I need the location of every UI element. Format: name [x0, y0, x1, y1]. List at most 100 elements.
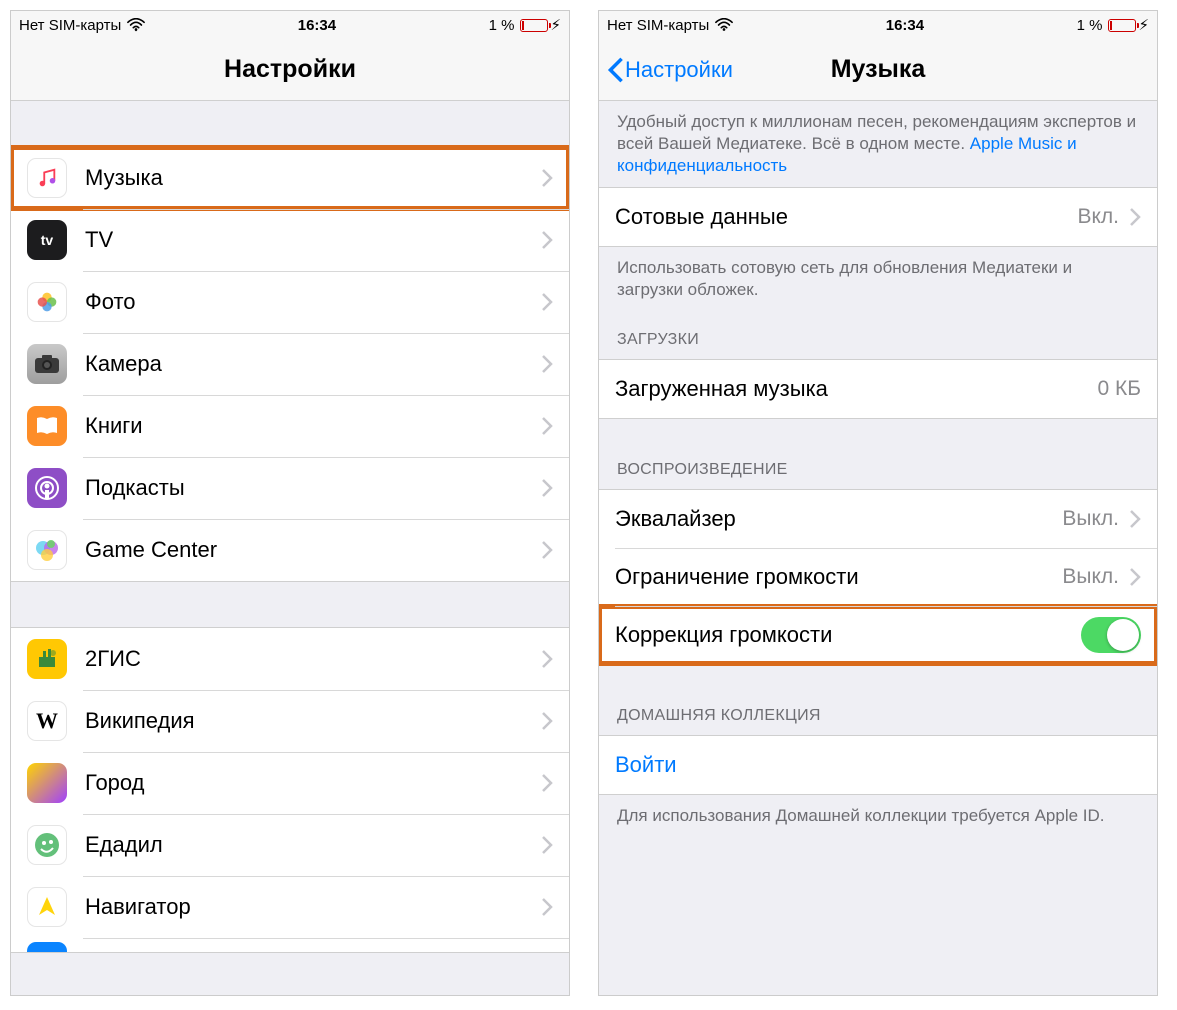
nav-bar: Настройки Музыка — [599, 39, 1157, 101]
downloads-group: Загруженная музыка 0 КБ — [599, 359, 1157, 419]
settings-group-thirdparty: 2ГИС W Википедия Город Едадил Навигатор — [11, 627, 569, 953]
clock: 16:34 — [886, 17, 924, 34]
settings-row-navigator[interactable]: Навигатор — [11, 876, 569, 938]
row-label: Википедия — [85, 708, 531, 734]
row-label: Загруженная музыка — [615, 376, 1097, 402]
settings-row-photos[interactable]: Фото — [11, 271, 569, 333]
cellular-data-row[interactable]: Сотовые данные Вкл. — [599, 188, 1157, 246]
row-label: Едадил — [85, 832, 531, 858]
chevron-right-icon — [541, 292, 553, 312]
settings-row-edadil[interactable]: Едадил — [11, 814, 569, 876]
battery-icon — [1108, 19, 1136, 32]
chevron-right-icon — [1129, 509, 1141, 529]
tv-icon: tv — [27, 220, 67, 260]
equalizer-row[interactable]: Эквалайзер Выкл. — [599, 490, 1157, 548]
back-button[interactable]: Настройки — [607, 56, 733, 84]
downloads-header: ЗАГРУЗКИ — [599, 311, 1157, 359]
carrier-label: Нет SIM-карты — [19, 17, 121, 34]
wikipedia-icon: W — [27, 701, 67, 741]
chevron-right-icon — [1129, 567, 1141, 587]
settings-row-books[interactable]: Книги — [11, 395, 569, 457]
row-label: Game Center — [85, 537, 531, 563]
settings-row-gamecenter[interactable]: Game Center — [11, 519, 569, 581]
signin-row[interactable]: Войти — [599, 736, 1157, 794]
settings-row-wikipedia[interactable]: W Википедия — [11, 690, 569, 752]
chevron-right-icon — [541, 416, 553, 436]
row-label: TV — [85, 227, 531, 253]
chevron-right-icon — [541, 773, 553, 793]
settings-row-podcasts[interactable]: Подкасты — [11, 457, 569, 519]
clock: 16:34 — [298, 17, 336, 34]
row-label: Подкасты — [85, 475, 531, 501]
row-label: Коррекция громкости — [615, 622, 1081, 648]
page-title: Настройки — [224, 55, 356, 84]
battery-pct: 1 % — [489, 17, 515, 34]
playback-header: ВОСПРОИЗВЕДЕНИЕ — [599, 419, 1157, 489]
chevron-left-icon — [607, 56, 625, 84]
sound-check-toggle[interactable] — [1081, 617, 1141, 653]
settings-row-cutoff[interactable] — [11, 938, 569, 952]
row-label: Сотовые данные — [615, 204, 1077, 230]
row-value: Вкл. — [1077, 205, 1119, 229]
apple-music-intro: Удобный доступ к миллионам песен, рекоме… — [599, 101, 1157, 187]
photos-icon — [27, 282, 67, 322]
phone-settings: Нет SIM-карты 16:34 1 % ⚡︎ Настройки Муз… — [10, 10, 570, 996]
row-label: Навигатор — [85, 894, 531, 920]
battery-pct: 1 % — [1077, 17, 1103, 34]
carrier-label: Нет SIM-карты — [607, 17, 709, 34]
settings-row-camera[interactable]: Камера — [11, 333, 569, 395]
sound-check-row[interactable]: Коррекция громкости — [599, 606, 1157, 664]
row-label: Камера — [85, 351, 531, 377]
status-bar: Нет SIM-карты 16:34 1 % ⚡︎ — [599, 11, 1157, 39]
wifi-icon — [127, 18, 145, 32]
settings-row-2gis[interactable]: 2ГИС — [11, 628, 569, 690]
edadil-icon — [27, 825, 67, 865]
row-label: Фото — [85, 289, 531, 315]
nav-bar: Настройки — [11, 39, 569, 101]
charging-icon: ⚡︎ — [550, 16, 561, 34]
page-title: Музыка — [831, 55, 926, 84]
settings-row-tv[interactable]: tv TV — [11, 209, 569, 271]
navigator-icon — [27, 887, 67, 927]
row-value: Выкл. — [1062, 507, 1119, 531]
settings-group-apps: Музыка tv TV Фото Камера Книги — [11, 146, 569, 582]
row-label: 2ГИС — [85, 646, 531, 672]
row-label: Войти — [615, 752, 1141, 778]
cellular-group: Сотовые данные Вкл. — [599, 187, 1157, 247]
row-label: Книги — [85, 413, 531, 439]
content-scroll[interactable]: Удобный доступ к миллионам песен, рекоме… — [599, 101, 1157, 995]
battery-icon — [520, 19, 548, 32]
gorod-icon — [27, 763, 67, 803]
downloaded-music-row[interactable]: Загруженная музыка 0 КБ — [599, 360, 1157, 418]
row-value: Выкл. — [1062, 565, 1119, 589]
cellular-footer: Использовать сотовую сеть для обновления… — [599, 247, 1157, 311]
home-sharing-group: Войти — [599, 735, 1157, 795]
gamecenter-icon — [27, 530, 67, 570]
playback-group: Эквалайзер Выкл. Ограничение громкости В… — [599, 489, 1157, 665]
chevron-right-icon — [541, 230, 553, 250]
volume-limit-row[interactable]: Ограничение громкости Выкл. — [599, 548, 1157, 606]
row-label: Эквалайзер — [615, 506, 1062, 532]
row-label: Город — [85, 770, 531, 796]
books-icon — [27, 406, 67, 446]
chevron-right-icon — [541, 897, 553, 917]
camera-icon — [27, 344, 67, 384]
chevron-right-icon — [541, 649, 553, 669]
home-sharing-footer: Для использования Домашней коллекции тре… — [599, 795, 1157, 837]
row-value: 0 КБ — [1097, 377, 1141, 401]
status-bar: Нет SIM-карты 16:34 1 % ⚡︎ — [11, 11, 569, 39]
settings-row-music[interactable]: Музыка — [11, 147, 569, 209]
charging-icon: ⚡︎ — [1138, 16, 1149, 34]
chevron-right-icon — [1129, 207, 1141, 227]
phone-music-settings: Нет SIM-карты 16:34 1 % ⚡︎ Настройки Муз… — [598, 10, 1158, 996]
chevron-right-icon — [541, 540, 553, 560]
chevron-right-icon — [541, 711, 553, 731]
music-icon — [27, 158, 67, 198]
content-scroll[interactable]: Музыка tv TV Фото Камера Книги — [11, 101, 569, 995]
app-icon-cutoff — [27, 942, 67, 952]
chevron-right-icon — [541, 354, 553, 374]
row-label: Музыка — [85, 165, 531, 191]
2gis-icon — [27, 639, 67, 679]
settings-row-gorod[interactable]: Город — [11, 752, 569, 814]
chevron-right-icon — [541, 835, 553, 855]
